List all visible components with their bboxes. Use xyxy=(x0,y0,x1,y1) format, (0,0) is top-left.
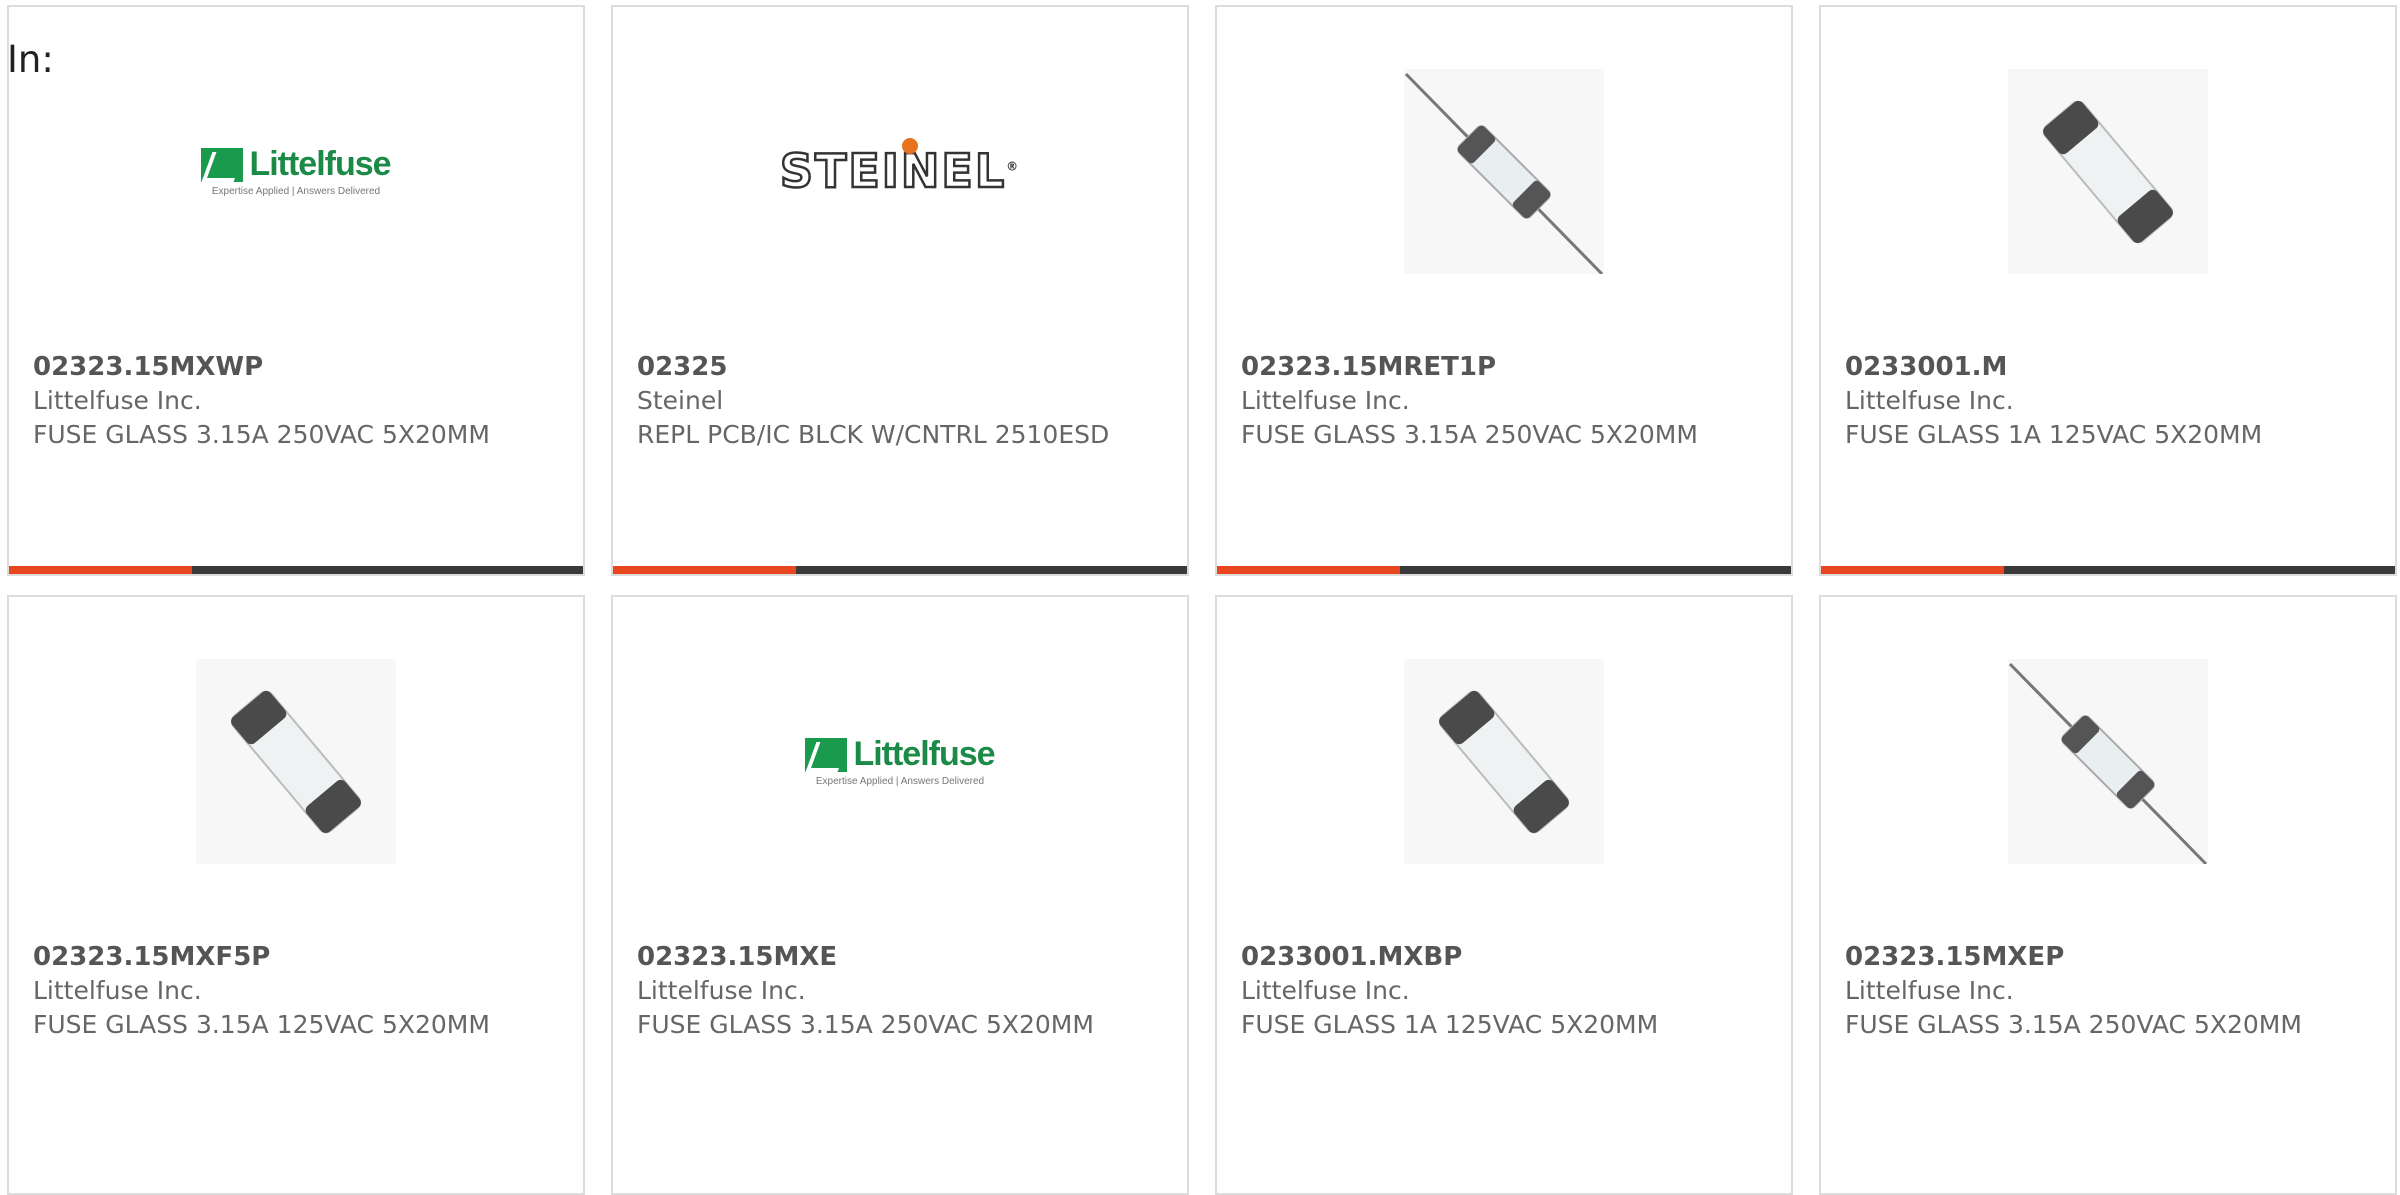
description: FUSE GLASS 3.15A 125VAC 5X20MM xyxy=(33,1010,490,1039)
part-number[interactable]: 02323.15MRET1P xyxy=(1241,350,1771,384)
part-number[interactable]: 02323.15MXEP xyxy=(1845,940,2375,974)
card-bar xyxy=(9,566,583,574)
description: FUSE GLASS 3.15A 250VAC 5X20MM xyxy=(1241,420,1698,449)
manufacturer: Littelfuse Inc. xyxy=(33,976,202,1005)
product-image xyxy=(9,641,583,881)
product-image: Littelfuse Expertise Applied | Answers D… xyxy=(613,641,1187,881)
card-bar xyxy=(1821,566,2395,574)
product-card[interactable]: 02323.15MRET1P Littelfuse Inc. FUSE GLAS… xyxy=(1215,5,1793,576)
product-image: STEINEL® xyxy=(613,51,1187,291)
product-image xyxy=(1821,51,2395,291)
description: FUSE GLASS 3.15A 250VAC 5X20MM xyxy=(1845,1010,2302,1039)
product-image xyxy=(1821,641,2395,881)
manufacturer: Steinel xyxy=(637,386,724,415)
cartridge-fuse-icon xyxy=(230,690,362,833)
manufacturer: Littelfuse Inc. xyxy=(33,386,202,415)
description: FUSE GLASS 1A 125VAC 5X20MM xyxy=(1845,420,2263,449)
card-bar xyxy=(613,566,1187,574)
description: REPL PCB/IC BLCK W/CNTRL 2510ESD xyxy=(637,420,1110,449)
manufacturer: Littelfuse Inc. xyxy=(637,976,806,1005)
steinel-logo: STEINEL® xyxy=(779,138,1020,199)
description: FUSE GLASS 3.15A 250VAC 5X20MM xyxy=(637,1010,1094,1039)
manufacturer: Littelfuse Inc. xyxy=(1845,386,2014,415)
card-bar xyxy=(1217,566,1791,574)
product-card[interactable]: 02323.15MXEP Littelfuse Inc. FUSE GLASS … xyxy=(1819,595,2397,1195)
product-card[interactable]: STEINEL® 02325 Steinel REPL PCB/IC BLCK … xyxy=(611,5,1189,576)
description: FUSE GLASS 1A 125VAC 5X20MM xyxy=(1241,1010,1659,1039)
product-card[interactable]: 0233001.MXBP Littelfuse Inc. FUSE GLASS … xyxy=(1215,595,1793,1195)
product-card[interactable]: 02323.15MXF5P Littelfuse Inc. FUSE GLASS… xyxy=(7,595,585,1195)
product-card[interactable]: Littelfuse Expertise Applied | Answers D… xyxy=(611,595,1189,1195)
manufacturer: Littelfuse Inc. xyxy=(1241,386,1410,415)
littelfuse-logo: Littelfuse Expertise Applied | Answers D… xyxy=(805,735,996,787)
product-card[interactable]: 0233001.M Littelfuse Inc. FUSE GLASS 1A … xyxy=(1819,5,2397,576)
product-card[interactable]: Littelfuse Expertise Applied | Answers D… xyxy=(7,5,585,576)
axial-fuse-icon xyxy=(1404,72,1604,275)
part-number[interactable]: 0233001.MXBP xyxy=(1241,940,1771,974)
cartridge-fuse-icon xyxy=(2042,100,2174,243)
product-image xyxy=(1217,51,1791,291)
description: FUSE GLASS 3.15A 250VAC 5X20MM xyxy=(33,420,490,449)
manufacturer: Littelfuse Inc. xyxy=(1241,976,1410,1005)
in-label: In: xyxy=(7,38,54,81)
cartridge-fuse-icon xyxy=(1438,690,1570,833)
product-image xyxy=(1217,641,1791,881)
part-number[interactable]: 02323.15MXE xyxy=(637,940,1167,974)
part-number[interactable]: 02323.15MXWP xyxy=(33,350,563,384)
littelfuse-logo: Littelfuse Expertise Applied | Answers D… xyxy=(201,145,392,197)
part-number[interactable]: 02323.15MXF5P xyxy=(33,940,563,974)
product-image: Littelfuse Expertise Applied | Answers D… xyxy=(9,51,583,291)
axial-fuse-icon xyxy=(2008,662,2208,865)
part-number[interactable]: 0233001.M xyxy=(1845,350,2375,384)
part-number[interactable]: 02325 xyxy=(637,350,1167,384)
manufacturer: Littelfuse Inc. xyxy=(1845,976,2014,1005)
